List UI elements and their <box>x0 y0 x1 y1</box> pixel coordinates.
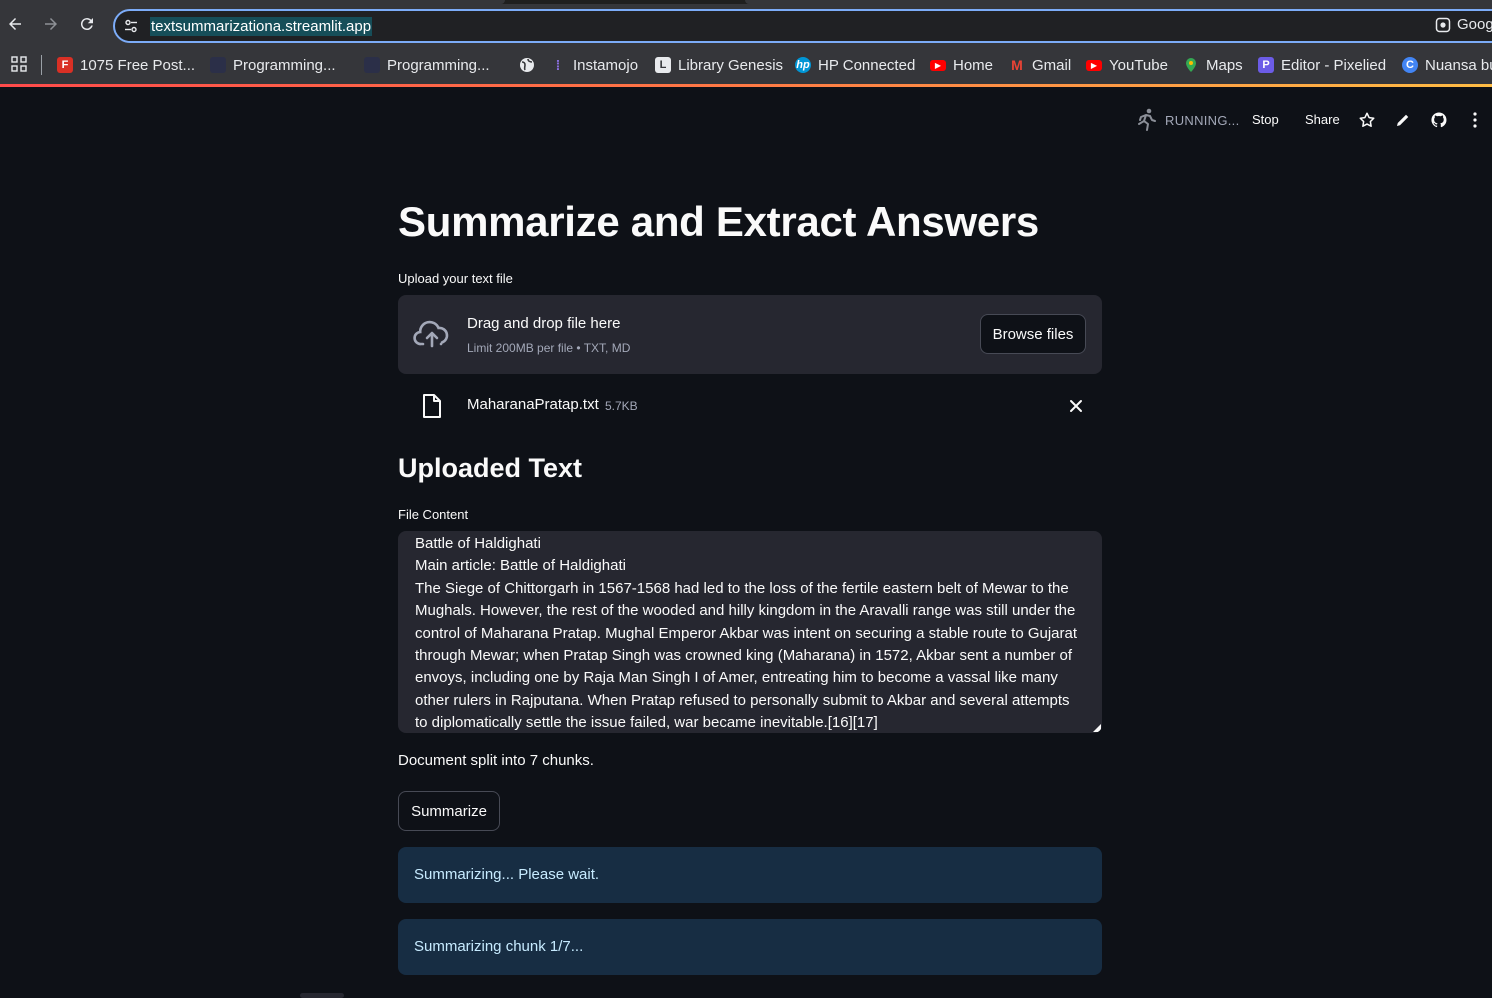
bookmark-item[interactable]: ⁞ Instamojo <box>550 54 638 76</box>
app-header: RUNNING... Stop Share <box>0 87 1492 147</box>
bookmark-label: HP Connected <box>818 56 916 74</box>
url-text[interactable]: textsummarizationa.streamlit.app <box>150 17 373 36</box>
bookmark-label: Library Genesis <box>678 56 784 74</box>
maps-icon <box>1186 58 1196 72</box>
cloud-upload-icon <box>413 320 449 348</box>
bookmark-item[interactable]: P Editor - Pixelied <box>1258 54 1386 76</box>
info-alert-summarizing: Summarizing... Please wait. <box>398 847 1102 903</box>
browser-toolbar: textsummarizationa.streamlit.app Goog <box>0 4 1492 46</box>
bookmark-item[interactable]: Maps <box>1183 54 1243 76</box>
text-line: Main article: Battle of Haldighati <box>415 557 626 575</box>
bookmark-item[interactable]: F 1075 Free Post... <box>57 54 195 76</box>
f-icon: F <box>57 57 73 73</box>
bookmark-label: Maps <box>1206 56 1243 74</box>
google-button-label: Goog <box>1457 16 1492 33</box>
bookmark-label: Programming... <box>387 56 490 74</box>
browse-files-button[interactable]: Browse files <box>980 314 1086 354</box>
bookmarks-separator <box>41 55 42 75</box>
address-bar[interactable]: textsummarizationa.streamlit.app Goog <box>113 9 1492 43</box>
globe-icon <box>520 58 534 72</box>
edit-pencil-icon[interactable] <box>1394 111 1412 129</box>
share-button[interactable]: Share <box>1305 112 1340 127</box>
text-line: control of Maharana Pratap. Mughal Emper… <box>415 624 1078 642</box>
globe-icon <box>364 57 380 73</box>
file-size: 5.7KB <box>605 399 638 413</box>
dropzone-limit: Limit 200MB per file • TXT, MD <box>467 341 631 355</box>
bookmark-item[interactable] <box>519 54 535 76</box>
summarize-button[interactable]: Summarize <box>398 791 500 831</box>
info-text: Summarizing... Please wait. <box>414 866 600 883</box>
dropzone-title: Drag and drop file here <box>467 315 621 332</box>
upload-label: Upload your text file <box>398 271 513 286</box>
file-icon <box>423 394 441 418</box>
pixelied-icon: P <box>1258 57 1274 73</box>
page-title: Summarize and Extract Answers <box>398 198 1039 245</box>
file-name: MaharanaPratap.txt <box>467 396 599 413</box>
youtube-icon: ▶ <box>930 59 946 71</box>
file-content-label: File Content <box>398 507 469 522</box>
kebab-menu-icon[interactable] <box>1466 111 1484 129</box>
star-icon[interactable] <box>1358 111 1376 129</box>
bookmark-item[interactable]: Programming... <box>210 54 336 76</box>
file-dropzone[interactable]: Drag and drop file here Limit 200MB per … <box>398 295 1102 374</box>
text-line: to diplomatically settle the issue faile… <box>415 714 878 732</box>
book-icon: L <box>655 57 671 73</box>
bookmark-label: Home <box>953 56 994 74</box>
text-line: Mughals. However, the rest of the wooded… <box>415 602 1076 620</box>
bookmark-label: Instamojo <box>573 56 639 74</box>
close-icon[interactable] <box>1068 398 1084 414</box>
uploaded-file-row: MaharanaPratap.txt 5.7KB <box>398 386 1102 426</box>
scroll-indicator <box>300 993 344 998</box>
file-content-textarea[interactable]: Battle of Haldighati Main article: Battl… <box>398 531 1102 733</box>
bookmark-item[interactable]: ▶ Home <box>930 54 993 76</box>
site-info-icon[interactable] <box>123 18 139 34</box>
bookmark-label: 1075 Free Post... <box>80 56 196 74</box>
reload-icon[interactable] <box>72 9 102 39</box>
text-line: Battle of Haldighati <box>415 535 541 552</box>
text-line: envoys, including one by Raja Man Singh … <box>415 669 1058 687</box>
forward-icon[interactable] <box>36 9 66 39</box>
instamojo-icon: ⁞ <box>555 57 561 73</box>
bookmark-item[interactable]: hp HP Connected <box>795 54 915 76</box>
hp-icon: hp <box>795 57 811 73</box>
google-lens-button[interactable]: Goog <box>1435 16 1492 33</box>
bookmarks-bar: F 1075 Free Post... Programming... Progr… <box>0 46 1492 84</box>
bookmark-label: Editor - Pixelied <box>1281 56 1387 74</box>
gmail-icon: M <box>1011 57 1023 73</box>
nuansa-icon: C <box>1402 57 1418 73</box>
lens-icon <box>1435 17 1451 32</box>
running-man-icon <box>1138 108 1156 131</box>
bookmark-label: YouTube <box>1109 56 1168 74</box>
chunks-status-text: Document split into 7 chunks. <box>398 752 594 769</box>
text-line: through Mewar; when Pratap Singh was cro… <box>415 647 1073 665</box>
bookmark-item[interactable]: ▶ YouTube <box>1086 54 1168 76</box>
apps-grid-icon[interactable] <box>11 56 27 72</box>
info-text: Summarizing chunk 1/7... <box>414 938 584 955</box>
globe-icon <box>210 57 226 73</box>
github-icon[interactable] <box>1430 111 1448 129</box>
bookmark-item[interactable]: M Gmail <box>1009 54 1071 76</box>
stop-button[interactable]: Stop <box>1252 112 1279 127</box>
back-icon[interactable] <box>0 9 30 39</box>
uploaded-text-heading: Uploaded Text <box>398 453 583 483</box>
bookmark-item[interactable]: L Library Genesis <box>655 54 783 76</box>
bookmark-item[interactable]: Programming... <box>364 54 490 76</box>
bookmark-label: Gmail <box>1032 56 1072 74</box>
text-line: other rulers in Rajputana. When Pratap r… <box>415 691 1070 709</box>
running-status: RUNNING... <box>1165 113 1240 128</box>
info-alert-chunk-progress: Summarizing chunk 1/7... <box>398 919 1102 975</box>
youtube-icon: ▶ <box>1086 59 1102 71</box>
bookmark-label: Programming... <box>233 56 336 74</box>
bookmark-label: Nuansa bu <box>1425 56 1492 74</box>
resize-handle-icon[interactable] <box>1093 724 1101 732</box>
bookmark-item[interactable]: C Nuansa bu <box>1402 54 1492 76</box>
text-line: The Siege of Chittorgarh in 1567-1568 ha… <box>415 579 1069 597</box>
